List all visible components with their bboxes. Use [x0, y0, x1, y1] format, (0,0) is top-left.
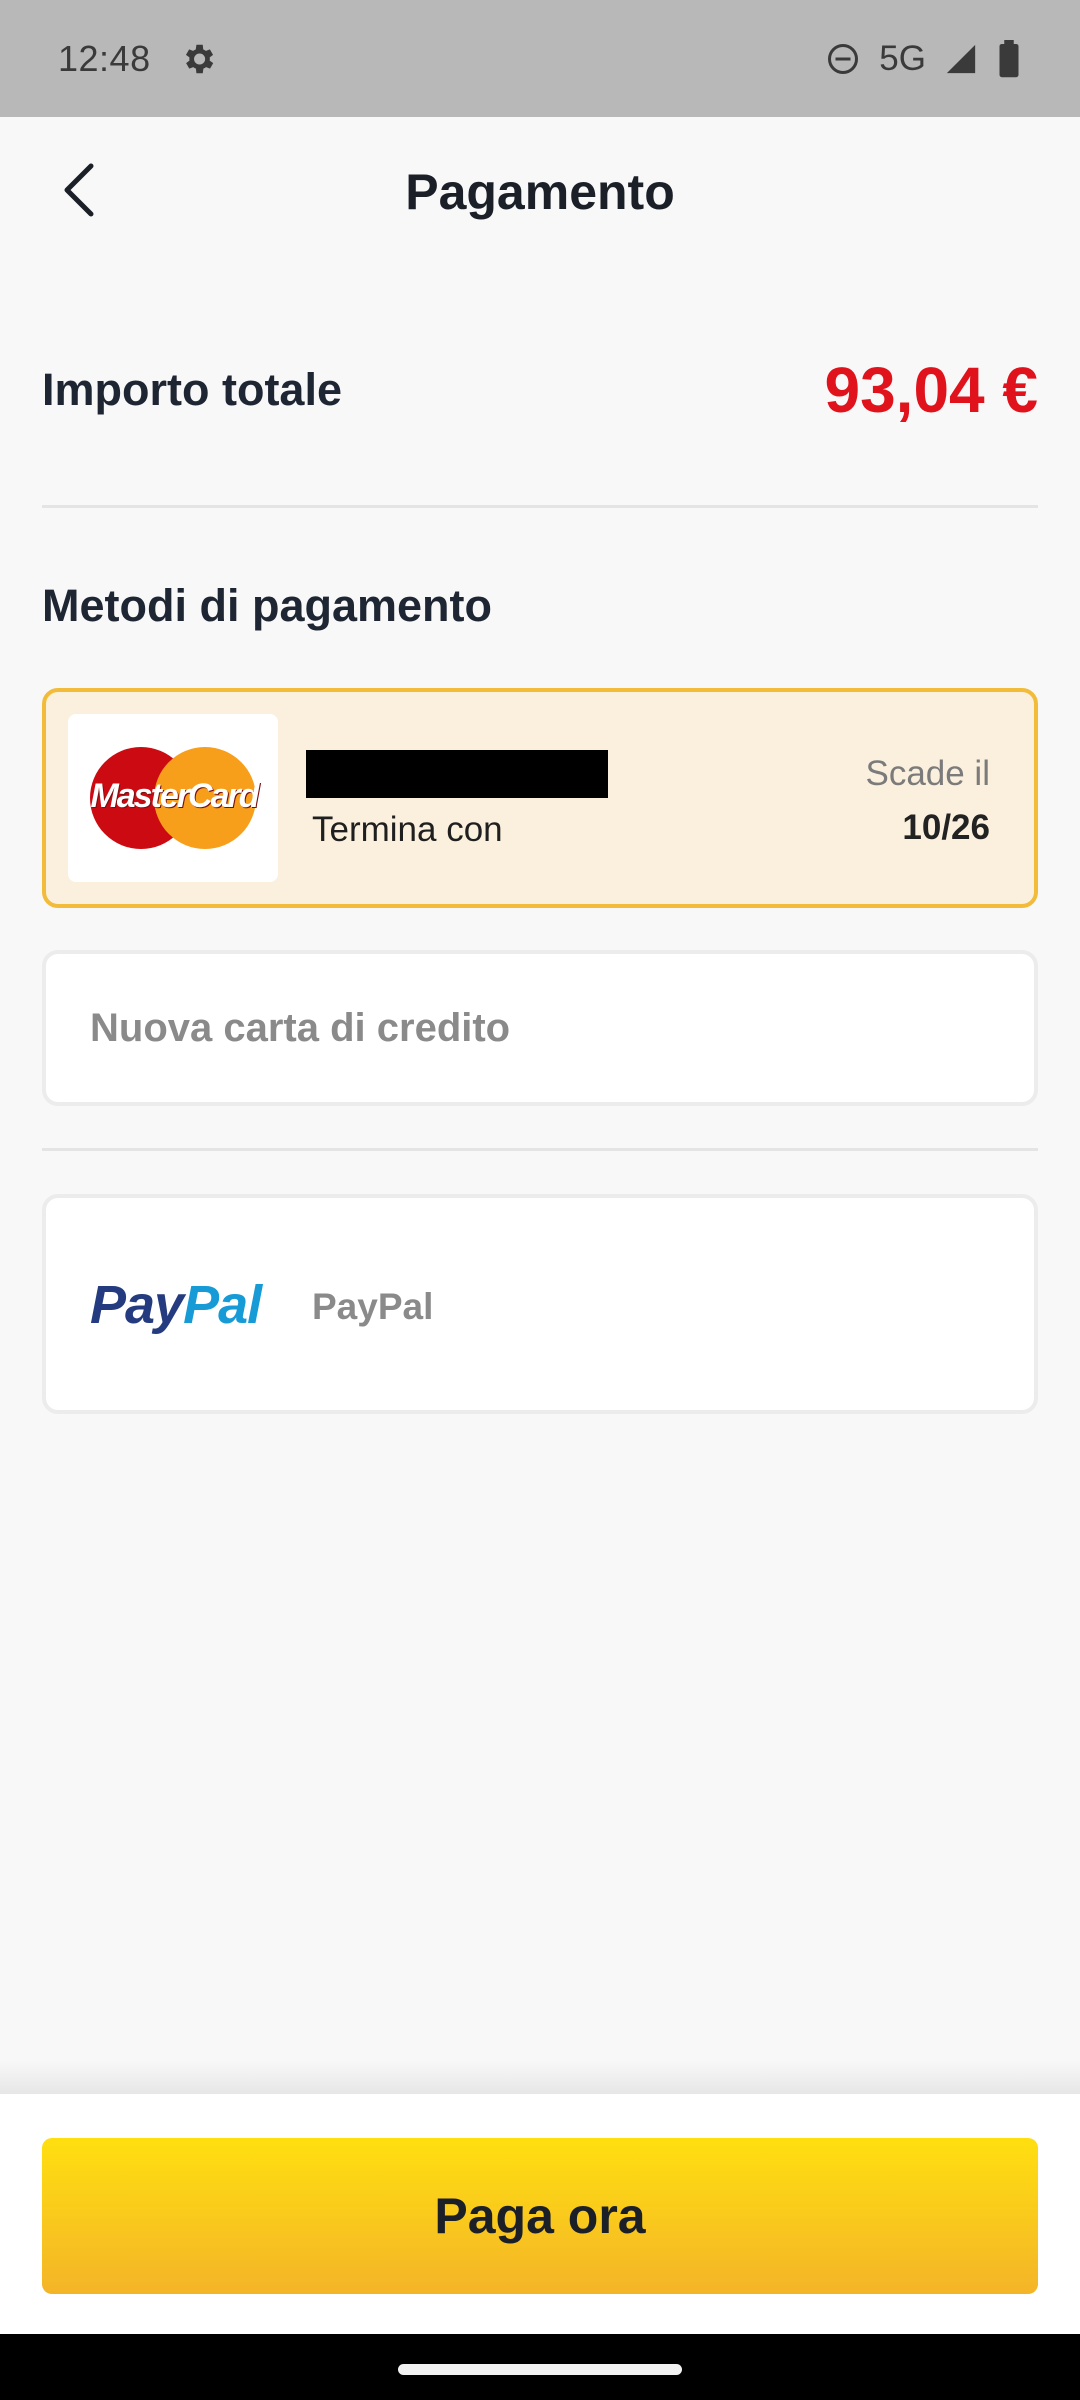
- mastercard-logo-text: MasterCard: [90, 777, 259, 815]
- back-button[interactable]: [44, 157, 114, 227]
- payment-methods-title: Metodi di pagamento: [42, 580, 492, 631]
- new-card-option[interactable]: Nuova carta di credito: [42, 950, 1038, 1106]
- card-ends-with: Termina con: [312, 810, 503, 849]
- divider: [42, 1148, 1038, 1151]
- navigation-bar: [0, 2334, 1080, 2400]
- bottom-panel: Paga ora: [0, 2094, 1080, 2334]
- home-indicator[interactable]: [398, 2364, 682, 2375]
- gear-icon: [179, 40, 217, 78]
- total-label: Importo totale: [42, 364, 342, 415]
- paypal-logo-pal: Pal: [183, 1275, 262, 1335]
- paypal-label: PayPal: [312, 1286, 434, 1327]
- status-time: 12:48: [58, 37, 151, 79]
- chevron-left-icon: [57, 162, 101, 223]
- paypal-logo: PayPal: [90, 1274, 262, 1336]
- total-row: Importo totale 93,04 €: [42, 340, 1038, 440]
- bottom-shadow: [0, 2060, 1080, 2094]
- total-amount: 93,04 €: [824, 354, 1038, 426]
- saved-card-option[interactable]: MasterCard Termina con Scade il 10/26: [42, 688, 1038, 908]
- divider: [42, 505, 1038, 508]
- signal-icon: [944, 42, 978, 76]
- new-card-label: Nuova carta di credito: [90, 1005, 511, 1050]
- network-type: 5G: [879, 38, 926, 78]
- do-not-disturb-icon: [825, 41, 861, 77]
- status-right: 5G: [825, 39, 1022, 79]
- card-name-redacted: [306, 750, 608, 798]
- card-expiry-value: 10/26: [902, 808, 990, 847]
- pay-now-button[interactable]: Paga ora: [42, 2138, 1038, 2294]
- page-title: Pagamento: [405, 164, 675, 220]
- header: Pagamento: [0, 117, 1080, 267]
- status-bar: 12:48 5G: [0, 0, 1080, 117]
- battery-icon: [996, 39, 1022, 78]
- paypal-option[interactable]: PayPal PayPal: [42, 1194, 1038, 1414]
- paypal-logo-pay: Pay: [90, 1275, 184, 1335]
- mastercard-logo: MasterCard: [68, 714, 278, 882]
- card-expiry-label: Scade il: [865, 754, 990, 793]
